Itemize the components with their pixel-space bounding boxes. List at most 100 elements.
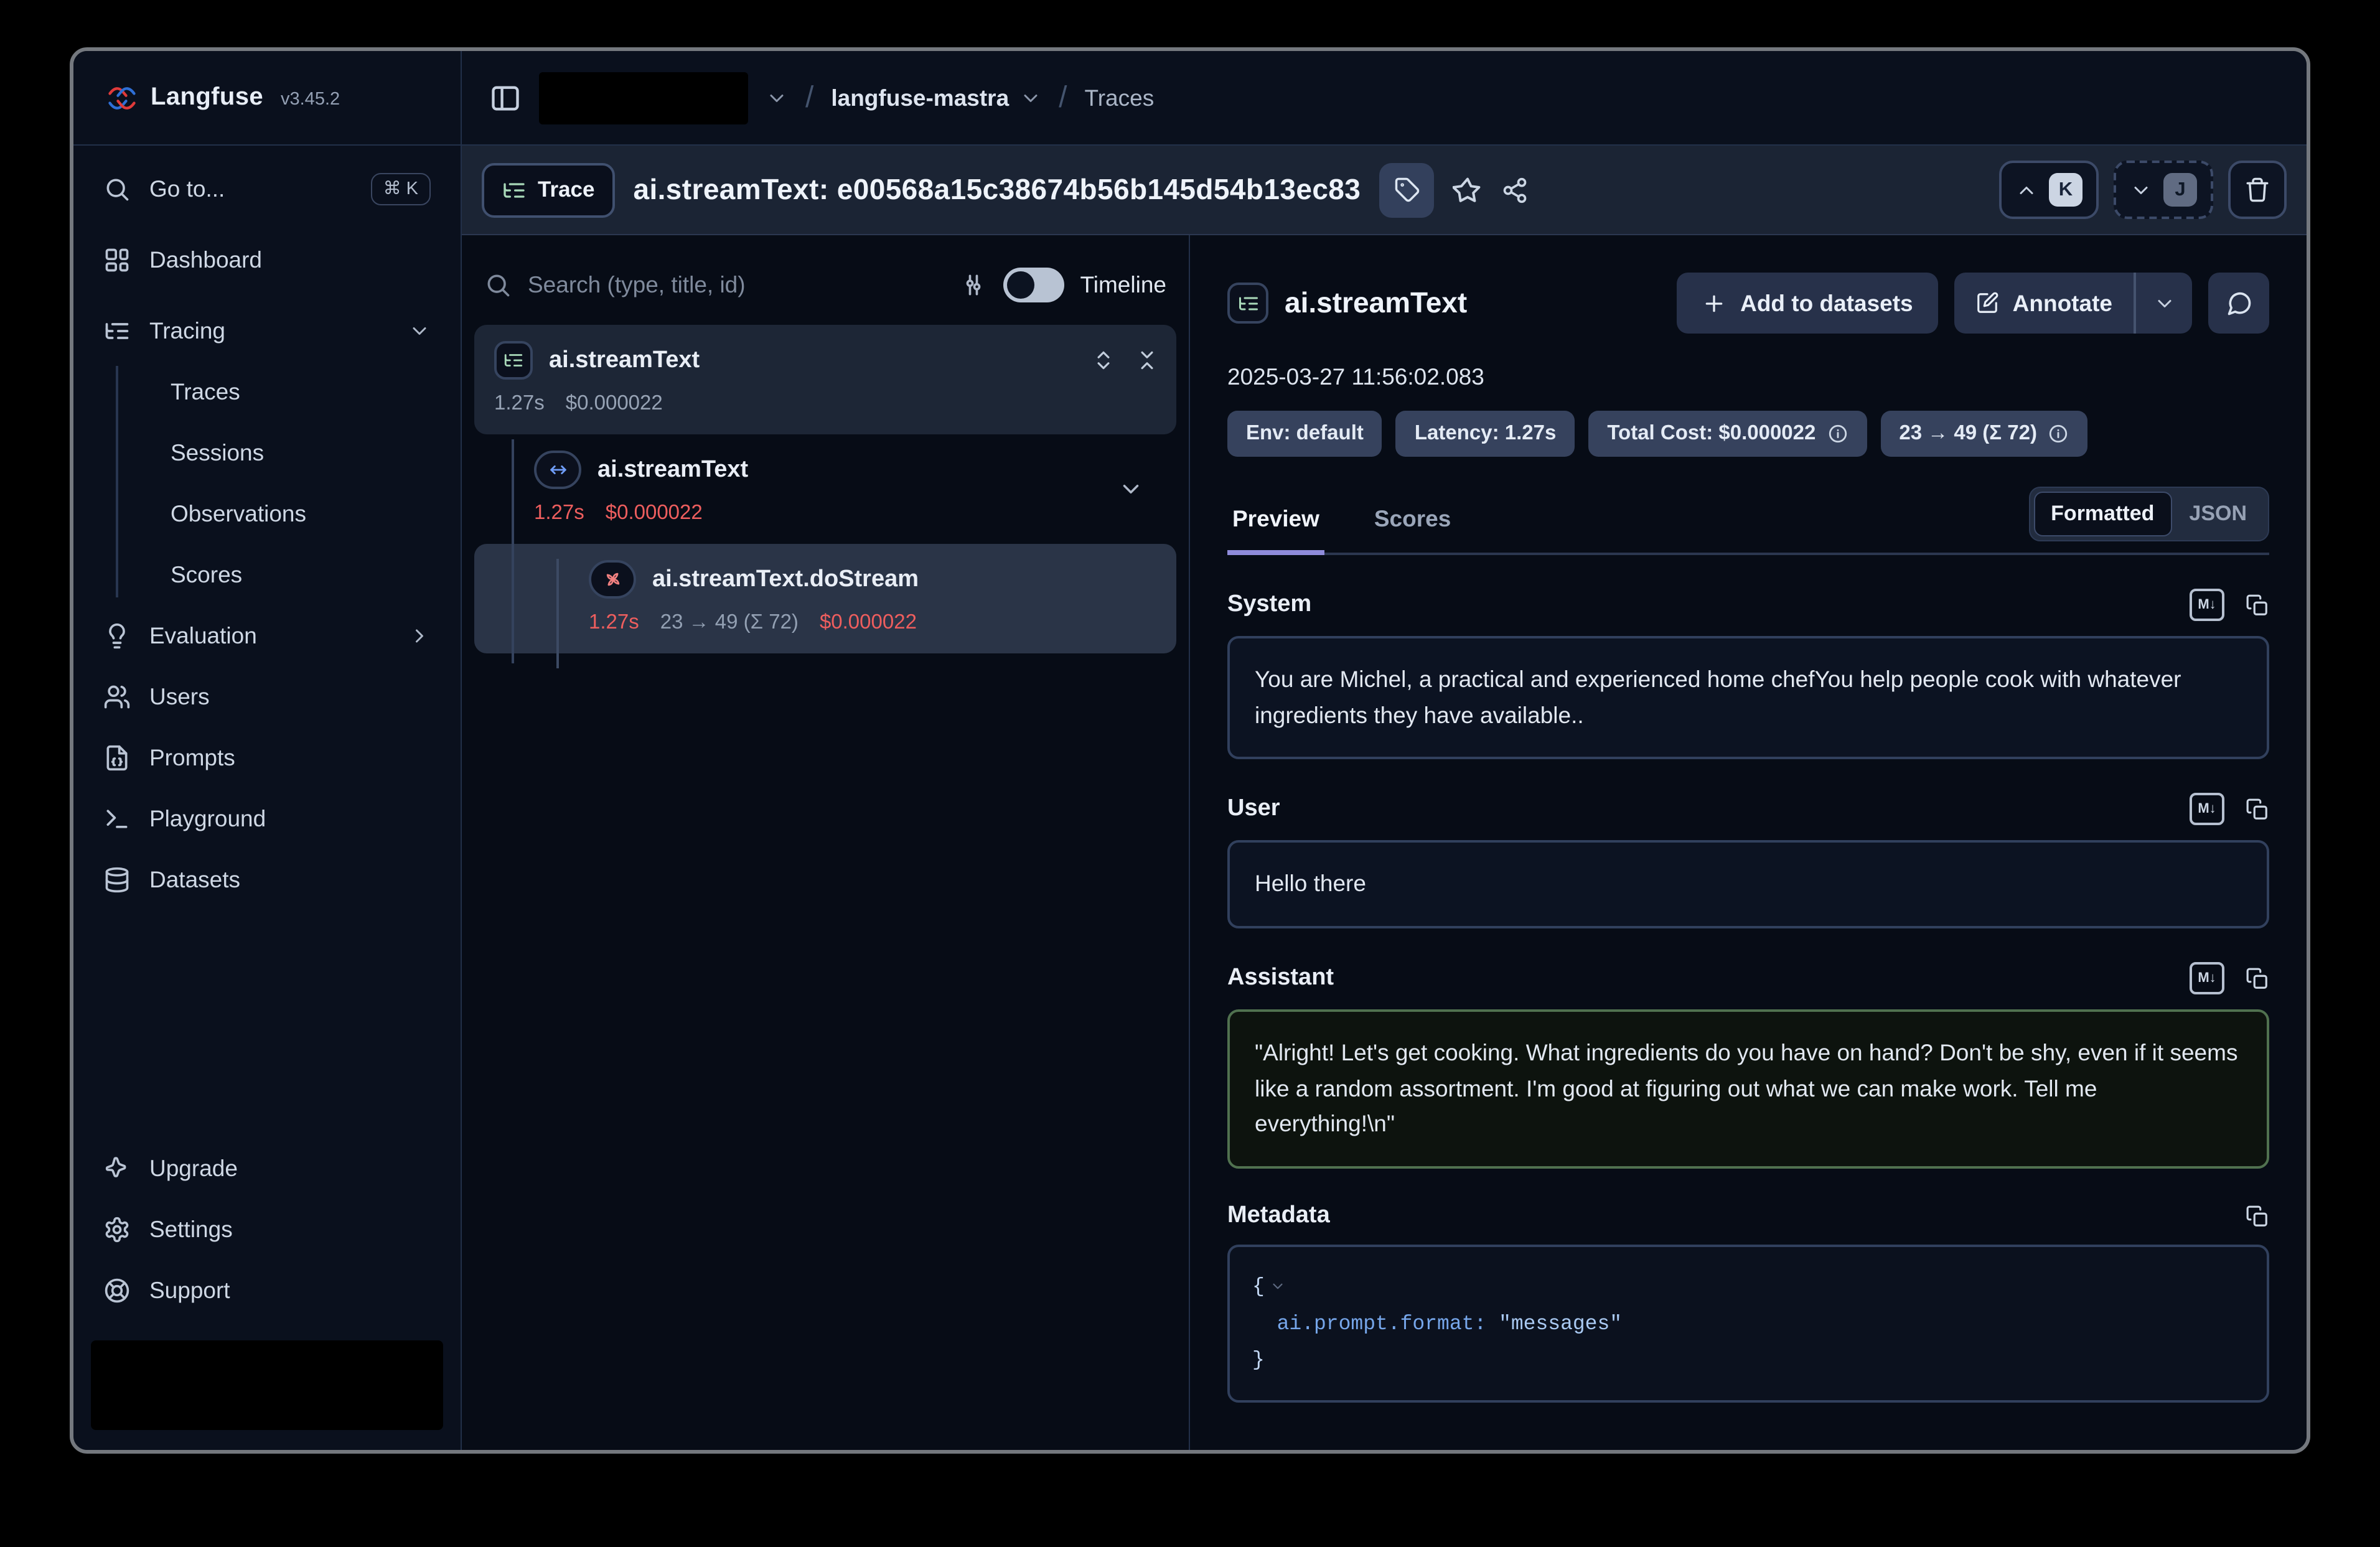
main-area: Trace ai.streamText: e00568a15c38674b56b… (462, 146, 2307, 1450)
previous-trace-button[interactable]: K (1999, 161, 2099, 219)
dashboard-icon (103, 246, 131, 273)
langfuse-app-window: Langfuse v3.45.2 / langfuse-mastra / Tra… (70, 47, 2310, 1454)
sidebar-toggle-button[interactable] (489, 82, 522, 114)
sidebar-item-evaluation[interactable]: Evaluation (91, 605, 443, 666)
user-message-box: Hello there (1227, 841, 2269, 928)
metadata-key: ai.prompt.format: (1277, 1311, 1487, 1335)
annotate-button[interactable]: Annotate (1954, 273, 2134, 334)
comments-button[interactable] (2208, 273, 2269, 334)
format-json-option[interactable]: JSON (2172, 492, 2264, 536)
app-version: v3.45.2 (281, 89, 340, 109)
sidebar-item-traces[interactable]: Traces (91, 361, 443, 422)
delete-trace-button[interactable] (2228, 161, 2287, 219)
breadcrumb-project[interactable]: langfuse-mastra (831, 84, 1041, 111)
users-icon (103, 683, 131, 710)
sidebar-item-settings[interactable]: Settings (91, 1199, 443, 1260)
sidebar-item-dashboard[interactable]: Dashboard (91, 229, 443, 290)
copy-icon[interactable] (2246, 1204, 2269, 1228)
sidebar-item-support[interactable]: Support (91, 1260, 443, 1320)
sidebar-item-tracing[interactable]: Tracing (91, 300, 443, 361)
metadata-json-box: { ai.prompt.format: "messages" } (1227, 1245, 2269, 1403)
sidebar-item-users[interactable]: Users (91, 666, 443, 727)
tag-button[interactable] (1379, 162, 1434, 217)
details-title: ai.streamText (1285, 286, 1467, 320)
redacted-organization-name[interactable] (539, 72, 748, 124)
tab-scores[interactable]: Scores (1369, 498, 1456, 553)
sidebar-item-sessions[interactable]: Sessions (91, 422, 443, 483)
sidebar-item-playground[interactable]: Playground (91, 788, 443, 849)
tree-search-input[interactable] (528, 271, 944, 299)
json-open-brace: { (1252, 1274, 1265, 1298)
generation-icon-badge (589, 560, 636, 599)
markdown-toggle-icon[interactable]: M↓ (2190, 962, 2224, 994)
timeline-toggle[interactable] (1003, 268, 1064, 302)
observation-name: ai.streamText.doStream (652, 566, 919, 593)
desktop: Langfuse v3.45.2 / langfuse-mastra / Tra… (0, 0, 2380, 1547)
timeline-toggle-label: Timeline (1080, 271, 1166, 299)
section-title: Assistant (1227, 965, 1334, 992)
search-icon (103, 175, 131, 202)
observation-tree-panel: Timeline ai.streamText (462, 235, 1190, 1450)
token-usage-badge[interactable]: 23 → 49 (Σ 72) (1880, 411, 2088, 457)
json-collapse-chevron-icon[interactable] (1270, 1278, 1286, 1294)
trace-icon-badge (494, 341, 533, 380)
sidebar-item-upgrade[interactable]: Upgrade (91, 1138, 443, 1199)
tab-preview[interactable]: Preview (1227, 498, 1324, 553)
org-chevron-down-icon[interactable] (766, 86, 788, 109)
tracing-submenu: Traces Sessions Observations Scores (91, 361, 443, 605)
sidebar-footer: Upgrade Settings Support (91, 1138, 443, 1430)
trace-timestamp: 2025-03-27 11:56:02.083 (1227, 363, 2269, 391)
copy-icon[interactable] (2246, 593, 2269, 617)
details-actions: Add to datasets Annotate (1677, 273, 2269, 334)
tree-guide-line (556, 559, 559, 668)
user-section-header: User M↓ (1227, 793, 2269, 826)
latency-badge: Latency: 1.27s (1396, 411, 1575, 457)
next-trace-button[interactable]: J (2114, 161, 2213, 219)
info-icon (1827, 423, 1848, 444)
metadata-value: "messages" (1499, 1311, 1622, 1335)
markdown-toggle-icon[interactable]: M↓ (2190, 589, 2224, 621)
search-icon (484, 271, 512, 299)
copy-icon[interactable] (2246, 966, 2269, 990)
file-json-icon (103, 744, 131, 771)
redacted-user-account[interactable] (91, 1340, 443, 1430)
add-to-datasets-button[interactable]: Add to datasets (1677, 273, 1938, 334)
trace-icon-badge (1227, 283, 1268, 324)
filter-sliders-icon[interactable] (960, 271, 987, 299)
details-title-row: ai.streamText Add to datasets Annotate (1227, 273, 2269, 334)
expand-all-icon[interactable] (1092, 348, 1115, 372)
observation-tokens: 23 → 49 (Σ 72) (660, 611, 799, 635)
system-message-box: You are Michel, a practical and experien… (1227, 636, 2269, 760)
format-toggle: Formatted JSON (2028, 487, 2269, 541)
info-icon (2048, 423, 2069, 444)
share-button[interactable] (1501, 176, 1529, 203)
section-title: User (1227, 796, 1280, 823)
copy-icon[interactable] (2246, 798, 2269, 821)
collapse-span-chevron-icon[interactable] (1118, 476, 1144, 502)
sidebar-item-goto[interactable]: Go to... ⌘ K (91, 158, 443, 219)
breadcrumb-section: Traces (1085, 84, 1155, 111)
star-button[interactable] (1453, 175, 1483, 205)
sidebar-item-observations[interactable]: Observations (91, 483, 443, 544)
markdown-toggle-icon[interactable]: M↓ (2190, 793, 2224, 826)
key-k-badge: K (2049, 173, 2082, 207)
tree-guide-line (512, 439, 514, 663)
sidebar-item-datasets[interactable]: Datasets (91, 849, 443, 910)
tree-row-generation[interactable]: ai.streamText.doStream 1.27s 23 → 49 (Σ … (474, 544, 1176, 653)
key-j-badge: J (2163, 173, 2197, 207)
lightbulb-icon (103, 622, 131, 649)
sidebar-item-scores[interactable]: Scores (91, 544, 443, 605)
collapse-all-icon[interactable] (1135, 348, 1159, 372)
lifebuoy-icon (103, 1276, 131, 1304)
total-cost-badge[interactable]: Total Cost: $0.000022 (1588, 411, 1867, 457)
format-formatted-option[interactable]: Formatted (2033, 492, 2172, 536)
tree-row-trace-root[interactable]: ai.streamText (474, 325, 1176, 434)
list-tree-icon (103, 317, 131, 344)
tree-search-row: Timeline (484, 268, 1166, 302)
json-close-brace: } (1252, 1348, 1265, 1372)
annotate-dropdown-chevron[interactable] (2136, 273, 2192, 334)
goto-shortcut-badge: ⌘ K (371, 172, 431, 205)
span-icon-badge (534, 451, 581, 489)
sidebar-item-prompts[interactable]: Prompts (91, 727, 443, 788)
tree-row-span[interactable]: ai.streamText 1.27s $0.000022 (474, 434, 1176, 544)
